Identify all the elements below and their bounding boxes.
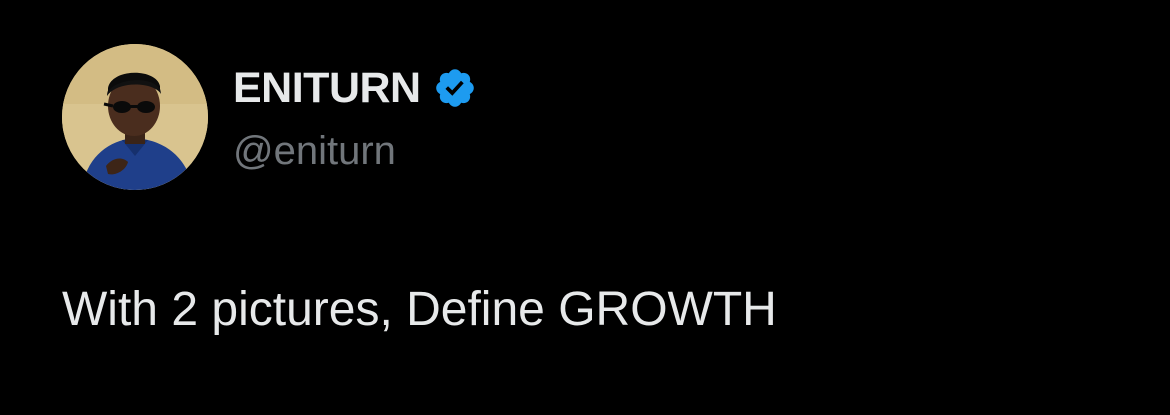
- avatar[interactable]: [62, 44, 208, 190]
- tweet-card: ENITURN @eniturn With 2 pictures, Define…: [0, 0, 1170, 415]
- verified-badge-icon: [433, 66, 477, 110]
- author-name-row: ENITURN: [233, 62, 477, 114]
- tweet-text: With 2 pictures, Define GROWTH: [62, 283, 777, 336]
- author-display-name[interactable]: ENITURN: [233, 62, 421, 114]
- author-handle[interactable]: @eniturn: [233, 126, 396, 176]
- avatar-photo: [62, 44, 208, 190]
